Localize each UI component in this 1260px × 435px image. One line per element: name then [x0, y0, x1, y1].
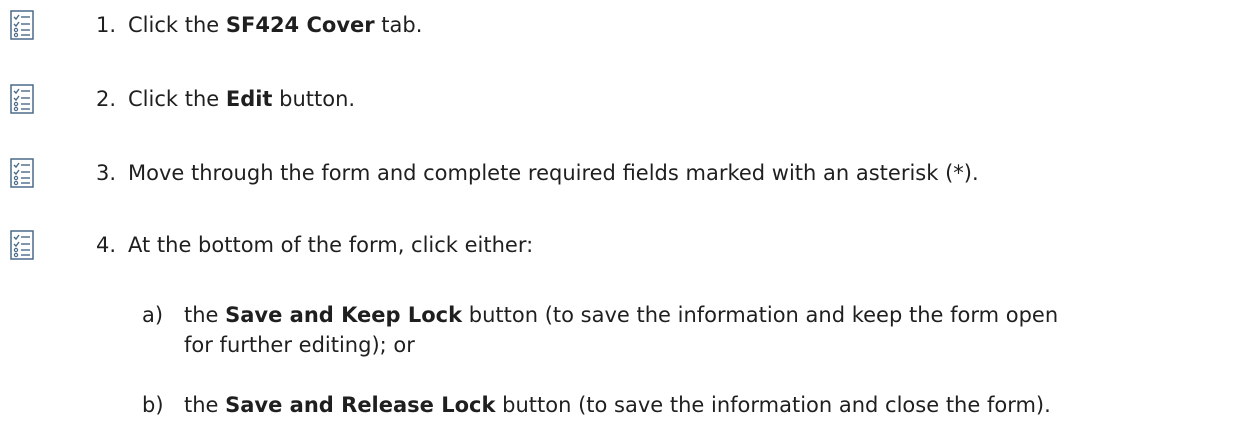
substep-b-text: the Save and Release Lock button (to sav… [184, 390, 1254, 420]
substep-text-continued: for further editing); or [184, 333, 415, 357]
substep-b: b) the Save and Release Lock button (to … [142, 390, 1252, 424]
substep-a: a) the Save and Keep Lock button (to sav… [142, 300, 1252, 370]
step-2-text: 2. Click the Edit button. [96, 84, 355, 114]
step-text-before: Move through the form and complete requi… [128, 161, 979, 185]
instructions-page: { "steps": [ { "number": "1.", "icon": "… [0, 0, 1260, 435]
step-text-before: At the bottom of the form, click either: [128, 233, 534, 257]
substep-letter: b) [142, 393, 164, 417]
step-1-text: 1. Click the SF424 Cover tab. [96, 10, 422, 40]
step-3-text: 3. Move through the form and complete req… [96, 158, 979, 188]
step-text-after: button. [272, 87, 356, 111]
checklist-icon [10, 158, 34, 188]
step-number: 3. [96, 161, 117, 185]
button-name-save-and-release-lock: Save and Release Lock [225, 393, 496, 417]
substep-text-after: button (to save the information and keep… [462, 303, 1059, 327]
step-4: 4. At the bottom of the form, click eithe… [0, 230, 1260, 264]
checklist-icon [10, 84, 34, 114]
step-number: 1. [96, 13, 117, 37]
substep-text-before: the [184, 393, 226, 417]
step-3: 3. Move through the form and complete req… [0, 158, 1260, 192]
button-name-edit: Edit [225, 87, 273, 111]
substep-text-after: button (to save the information and clos… [495, 393, 1051, 417]
substep-a-text: the Save and Keep Lock button (to save t… [184, 300, 1254, 360]
step-number: 4. [96, 233, 117, 257]
step-2: 2. Click the Edit button. [0, 84, 1260, 118]
checklist-icon [10, 10, 34, 40]
step-text-after: tab. [374, 13, 423, 37]
button-name-save-and-keep-lock: Save and Keep Lock [225, 303, 463, 327]
substep-letter: a) [142, 303, 164, 327]
step-text-before: Click the [128, 87, 226, 111]
tab-name-sf424-cover: SF424 Cover [225, 13, 375, 37]
step-4-text: 4. At the bottom of the form, click eithe… [96, 230, 533, 260]
checklist-icon [10, 230, 34, 260]
step-1: 1. Click the SF424 Cover tab. [0, 10, 1260, 44]
step-number: 2. [96, 87, 117, 111]
step-text-before: Click the [128, 13, 226, 37]
substep-text-before: the [184, 303, 226, 327]
